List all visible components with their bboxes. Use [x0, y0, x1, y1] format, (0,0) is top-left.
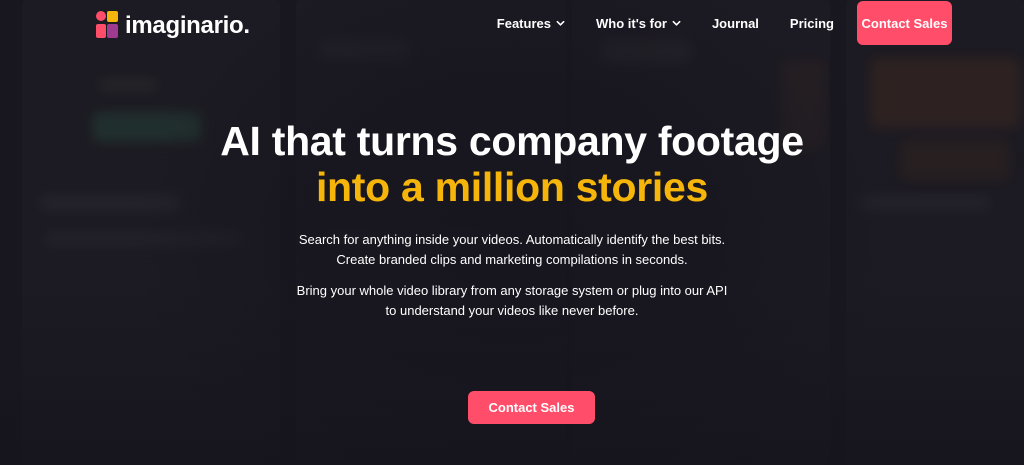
top-nav-bar: imaginario. Features Who it's for Journa… [0, 0, 1024, 46]
nav-features-label: Features [496, 15, 551, 31]
hero-body-line-2: to understand your videos like never bef… [385, 303, 639, 318]
hero-subtitle-line-1: Search for anything inside your videos. … [298, 232, 726, 247]
nav-pricing-label: Pricing [789, 15, 834, 31]
hero-body: Bring your whole video library from any … [212, 281, 812, 321]
nav-who-its-for-label: Who it's for [595, 15, 667, 31]
main-nav: Features Who it's for Journal Pricing Co… [466, 0, 952, 46]
chevron-down-icon [672, 20, 681, 26]
nav-contact-sales-button[interactable]: Contact Sales [857, 1, 952, 45]
nav-pricing[interactable]: Pricing [790, 16, 834, 31]
hero-contact-sales-button[interactable]: Contact Sales [468, 391, 595, 424]
hero-title-plain: AI that turns company footage [220, 118, 804, 164]
nav-journal-label: Journal [711, 15, 759, 31]
logo-mark-icon [96, 11, 120, 41]
brand-name: imaginario. [125, 12, 250, 39]
hero-section: AI that turns company footage into a mil… [0, 118, 1024, 321]
hero-subtitle: Search for anything inside your videos. … [212, 230, 812, 270]
nav-who-its-for[interactable]: Who it's for [596, 16, 681, 31]
brand-logo[interactable]: imaginario. [96, 11, 250, 41]
hero-body-line-1: Bring your whole video library from any … [296, 283, 728, 298]
chevron-down-icon [556, 20, 565, 26]
nav-journal[interactable]: Journal [712, 16, 759, 31]
hero-title-accent: into a million stories [315, 164, 709, 210]
hero-subtitle-line-2: Create branded clips and marketing compi… [336, 252, 688, 267]
nav-features[interactable]: Features [497, 16, 565, 31]
hero-title: AI that turns company footage into a mil… [212, 118, 812, 210]
